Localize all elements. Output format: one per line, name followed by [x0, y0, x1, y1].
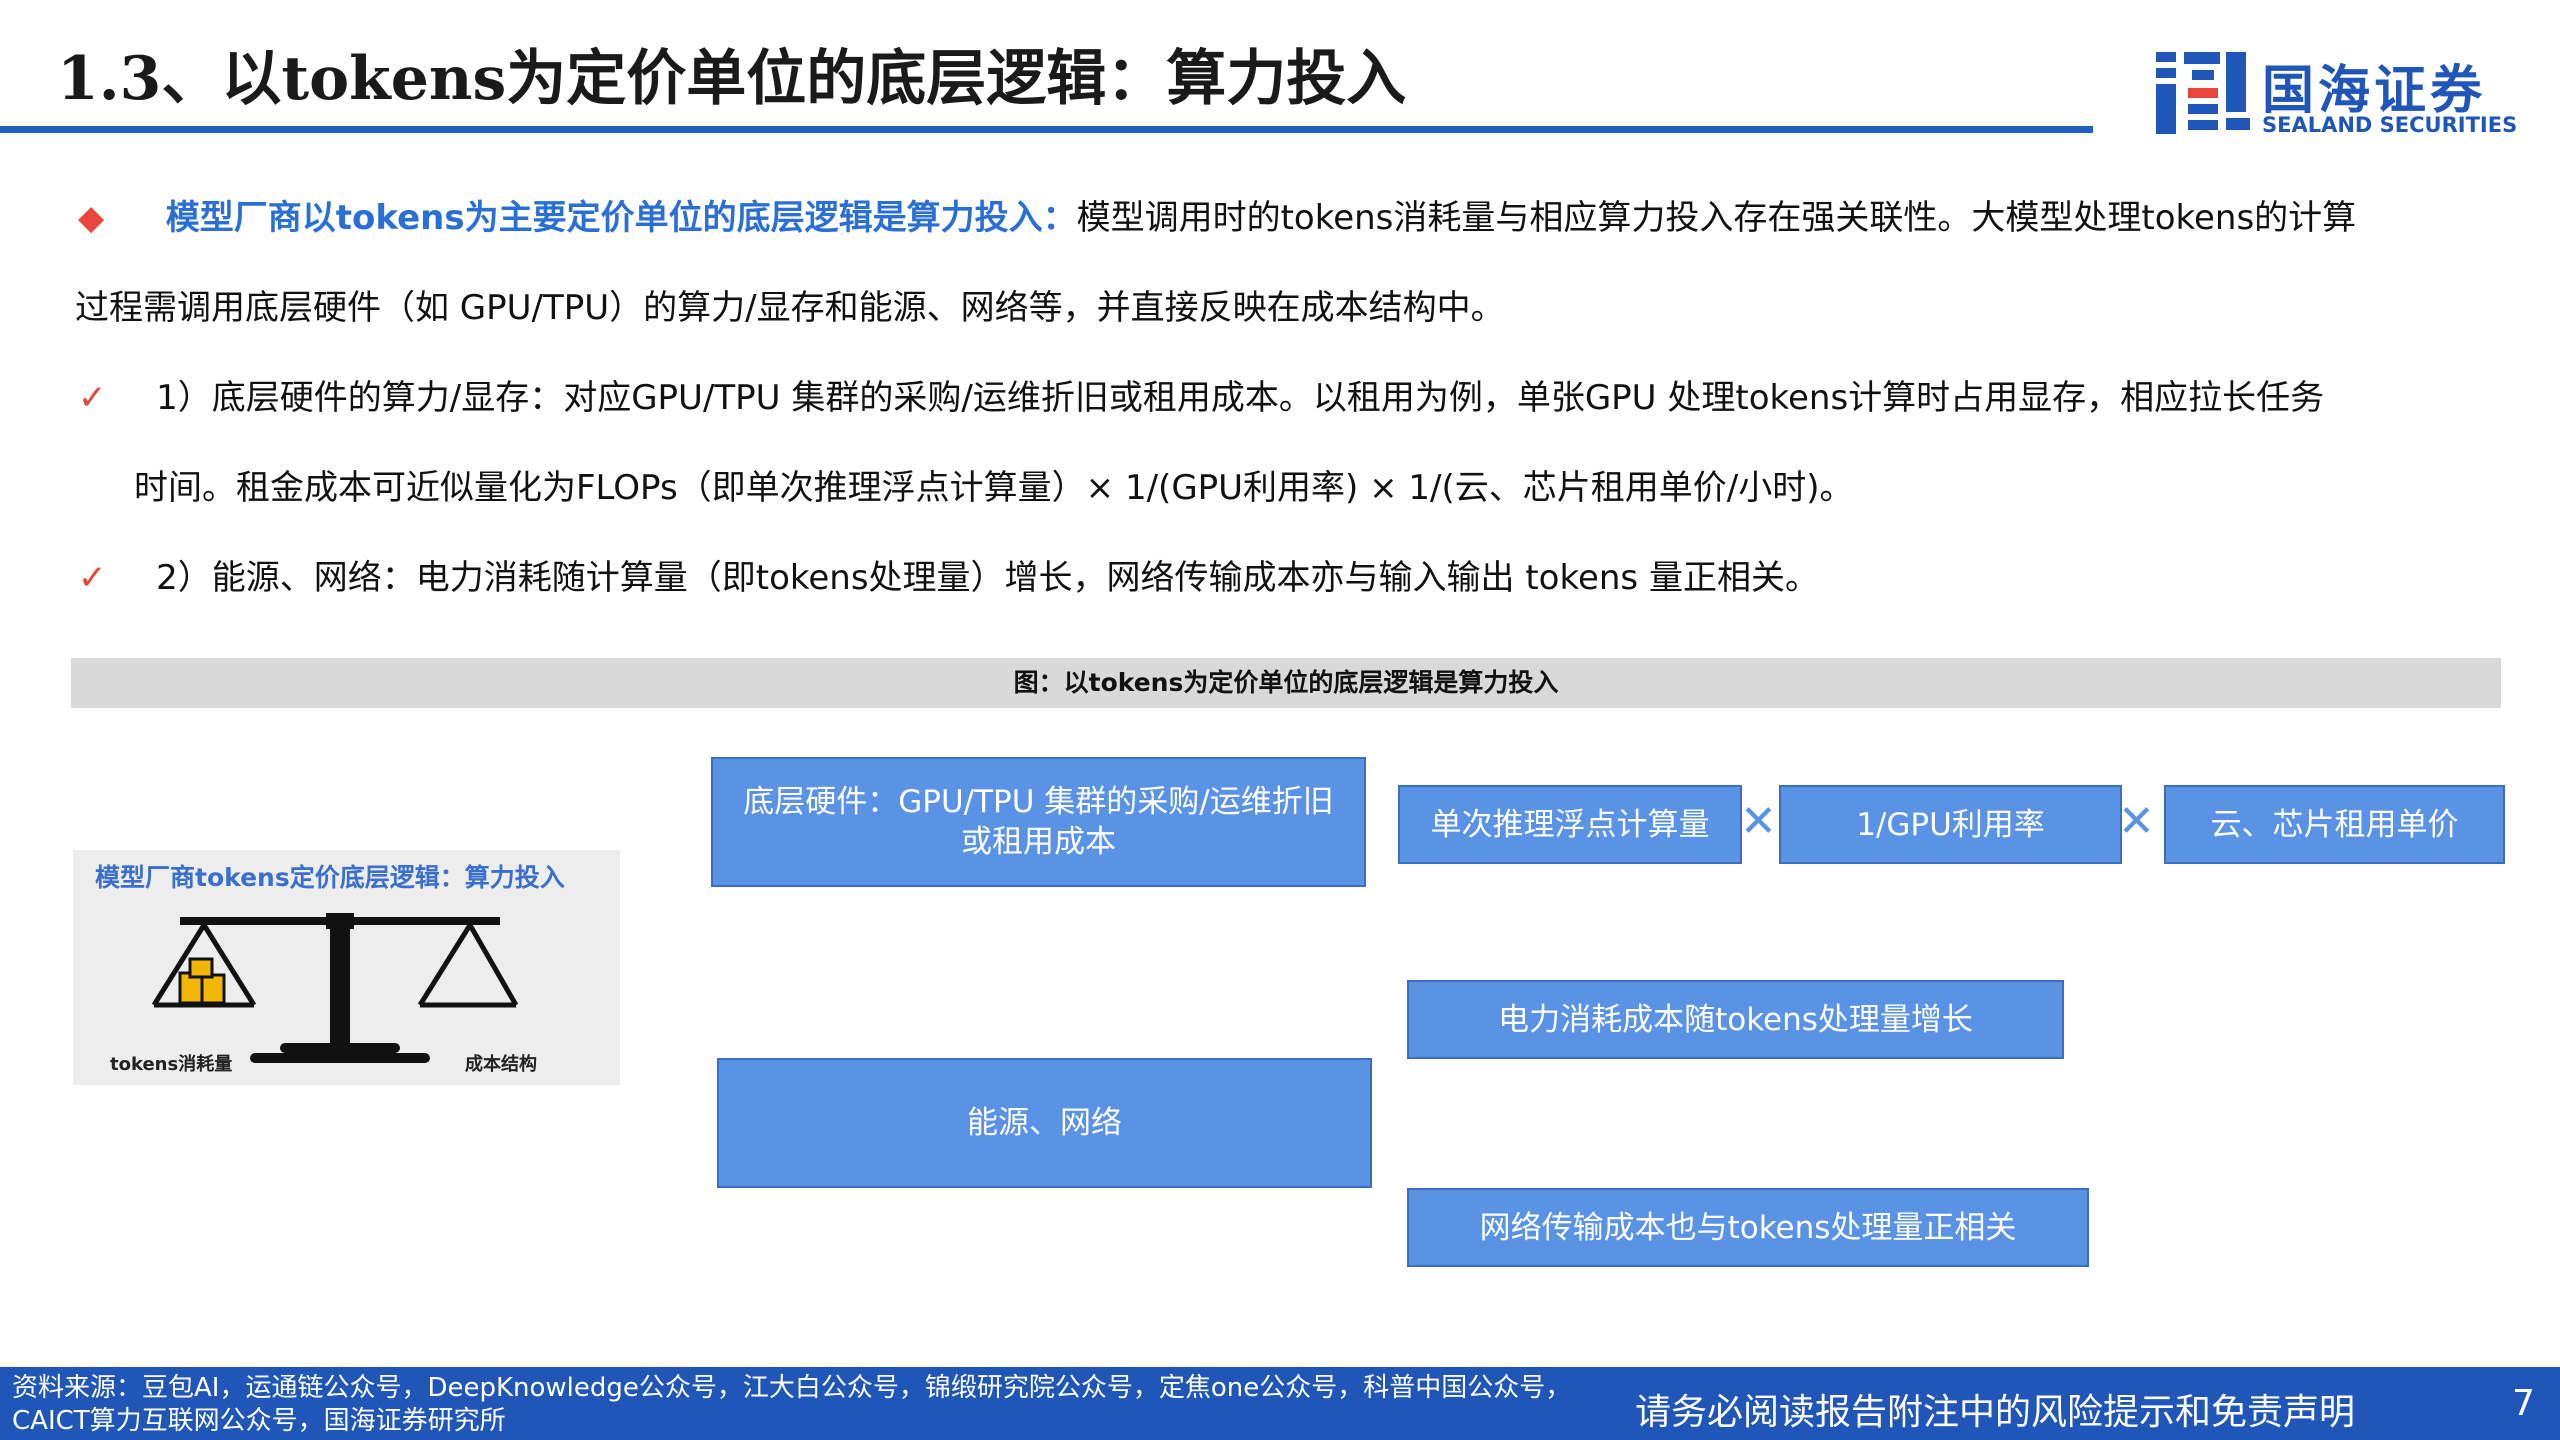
scale-illustration-title: 模型厂商tokens定价底层逻辑：算力投入	[95, 863, 565, 892]
box-cloud-chip-price: 云、芯片租用单价	[2164, 785, 2505, 864]
footer-source-line-2: CAICT算力互联网公众号，国海证券研究所	[12, 1406, 506, 1436]
footer-source: 资料来源：豆包AI，运通链公众号，DeepKnowledge公众号，江大白公众号…	[12, 1372, 1571, 1438]
paragraph-1-line-1: ◆ 模型厂商以tokens为主要定价单位的底层逻辑是算力投入：模型调用时的tok…	[78, 173, 2356, 263]
figure-caption: 图：以tokens为定价单位的底层逻辑是算力投入	[1013, 668, 1559, 697]
paragraph-2-text: 1）底层硬件的算力/显存：对应GPU/TPU 集群的采购/运维折旧或租用成本。以…	[156, 378, 2325, 418]
scale-left-label: tokens消耗量	[110, 1054, 233, 1075]
paragraph-3-line-1: ✓ 2）能源、网络：电力消耗随计算量（即tokens处理量）增长，网络传输成本亦…	[78, 533, 1819, 623]
logo-text-en: SEALAND SECURITIES	[2262, 113, 2518, 137]
scale-right-label: 成本结构	[465, 1054, 537, 1075]
title-underline	[0, 126, 2093, 133]
footer-disclaimer: 请务必阅读报告附注中的风险提示和免责声明	[1635, 1392, 2356, 1433]
paragraph-1-highlight: 模型厂商以tokens为主要定价单位的底层逻辑是算力投入：	[165, 198, 1077, 238]
page-number: 7	[2512, 1383, 2535, 1424]
box-gpu-utilization: 1/GPU利用率	[1779, 785, 2122, 864]
page-title: 1.3、以tokens为定价单位的底层逻辑：算力投入	[57, 44, 1407, 114]
paragraph-1-line-2: 过程需调用底层硬件（如 GPU/TPU）的算力/显存和能源、网络等，并直接反映在…	[75, 288, 1505, 328]
box-flops: 单次推理浮点计算量	[1398, 785, 1742, 864]
multiply-icon: ✕	[1740, 796, 1777, 847]
paragraph-1-text: 模型调用时的tokens消耗量与相应算力投入存在强关联性。大模型处理tokens…	[1076, 198, 2357, 238]
box-hardware: 底层硬件：GPU/TPU 集群的采购/运维折旧或租用成本	[711, 757, 1366, 887]
box-network-cost: 网络传输成本也与tokens处理量正相关	[1407, 1188, 2089, 1267]
check-bullet-icon: ✓	[78, 558, 107, 598]
box-energy-network: 能源、网络	[717, 1058, 1372, 1188]
paragraph-2-line-1: ✓ 1）底层硬件的算力/显存：对应GPU/TPU 集群的采购/运维折旧或租用成本…	[78, 353, 2324, 443]
balance-scale-icon	[151, 913, 519, 1063]
paragraph-2-line-2: 时间。租金成本可近似量化为FLOPs（即单次推理浮点计算量）× 1/(GPU利用…	[134, 468, 1854, 508]
check-bullet-icon: ✓	[78, 378, 107, 418]
logo-text-cn: 国海证券	[2262, 61, 2487, 121]
multiply-icon: ✕	[2118, 796, 2155, 847]
sealand-logo-icon	[2156, 52, 2250, 134]
paragraph-3-text: 2）能源、网络：电力消耗随计算量（即tokens处理量）增长，网络传输成本亦与输…	[156, 558, 1819, 598]
box-power-cost: 电力消耗成本随tokens处理量增长	[1407, 980, 2064, 1059]
footer-source-line-1: 资料来源：豆包AI，运通链公众号，DeepKnowledge公众号，江大白公众号…	[12, 1373, 1572, 1403]
diamond-bullet-icon: ◆	[78, 198, 105, 238]
